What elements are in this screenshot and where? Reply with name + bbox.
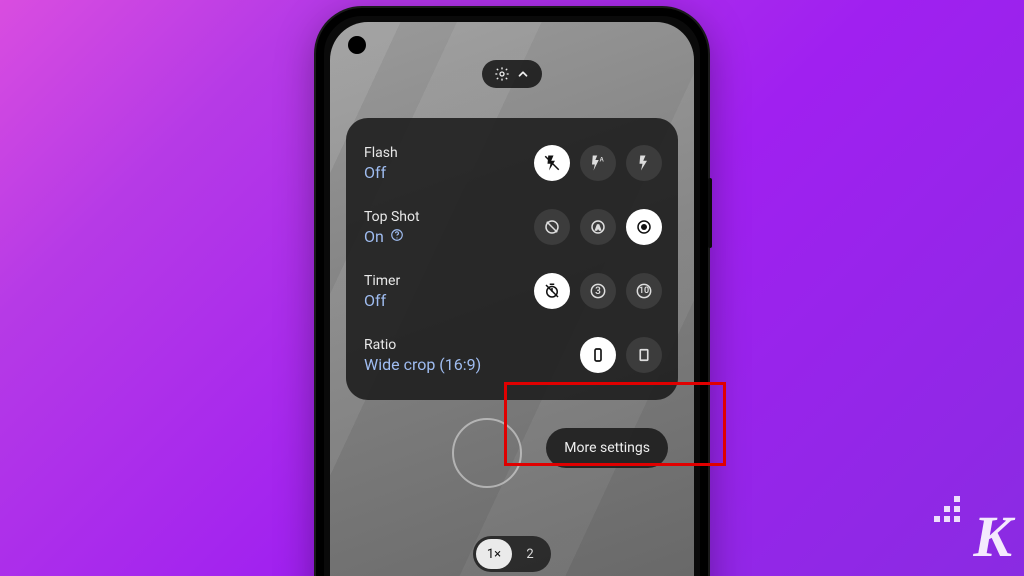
ratio-full-icon: [635, 346, 653, 364]
timer-off-icon: [543, 282, 561, 300]
zoom-2x-label: 2: [526, 547, 533, 562]
topshot-auto-option[interactable]: A: [580, 209, 616, 245]
ratio-full-option[interactable]: [626, 337, 662, 373]
watermark-dots: [934, 496, 960, 522]
camera-punch-hole: [348, 36, 366, 54]
zoom-1x-option[interactable]: 1×: [476, 539, 512, 569]
camera-settings-panel: Flash Off A: [346, 118, 678, 400]
row-topshot: Top Shot On: [364, 198, 662, 256]
row-timer: Timer Off 3: [364, 262, 662, 320]
ratio-wide-icon: [589, 346, 607, 364]
ratio-value: Wide crop (16:9): [364, 355, 481, 374]
timer-value: Off: [364, 291, 400, 310]
svg-text:A: A: [600, 158, 605, 164]
ratio-title: Ratio: [364, 337, 481, 353]
more-settings-button[interactable]: More settings: [546, 428, 668, 468]
zoom-2x-option[interactable]: 2: [512, 539, 548, 569]
ratio-wide-option[interactable]: [580, 337, 616, 373]
phone-frame: Flash Off A: [316, 8, 708, 576]
topshot-on-option[interactable]: [626, 209, 662, 245]
viewfinder-reticle: [452, 418, 522, 488]
topshot-off-icon: [543, 218, 561, 236]
phone-power-button: [708, 178, 712, 248]
topshot-auto-icon: A: [589, 218, 607, 236]
more-settings-label: More settings: [564, 440, 650, 456]
quick-settings-toggle[interactable]: [482, 60, 542, 88]
topshot-value-text: On: [364, 227, 384, 246]
zoom-switch[interactable]: 1× 2: [473, 536, 551, 572]
timer-3s-label: 3: [595, 286, 601, 297]
chevron-up-icon: [516, 67, 530, 81]
flash-auto-option[interactable]: A: [580, 145, 616, 181]
flash-value: Off: [364, 163, 398, 182]
flash-on-icon: [635, 154, 653, 172]
flash-on-option[interactable]: [626, 145, 662, 181]
topshot-value: On: [364, 227, 420, 246]
stage: Flash Off A: [0, 0, 1024, 576]
watermark-logo: K: [973, 503, 1010, 570]
flash-off-icon: [543, 154, 561, 172]
timer-title: Timer: [364, 273, 400, 289]
topshot-on-icon: [635, 218, 653, 236]
timer-10s-label: 10: [639, 286, 649, 296]
phone-screen: Flash Off A: [330, 22, 694, 576]
row-flash: Flash Off A: [364, 134, 662, 192]
gear-icon: [494, 66, 510, 82]
flash-off-option[interactable]: [534, 145, 570, 181]
timer-10s-option[interactable]: 10: [626, 273, 662, 309]
row-ratio: Ratio Wide crop (16:9): [364, 326, 662, 384]
svg-text:A: A: [595, 223, 601, 232]
zoom-1x-label: 1×: [487, 547, 501, 562]
timer-3s-option[interactable]: 3: [580, 273, 616, 309]
flash-auto-icon: A: [589, 154, 607, 172]
topshot-title: Top Shot: [364, 209, 420, 225]
timer-off-option[interactable]: [534, 273, 570, 309]
flash-title: Flash: [364, 145, 398, 161]
topshot-off-option[interactable]: [534, 209, 570, 245]
help-icon[interactable]: [390, 227, 404, 246]
